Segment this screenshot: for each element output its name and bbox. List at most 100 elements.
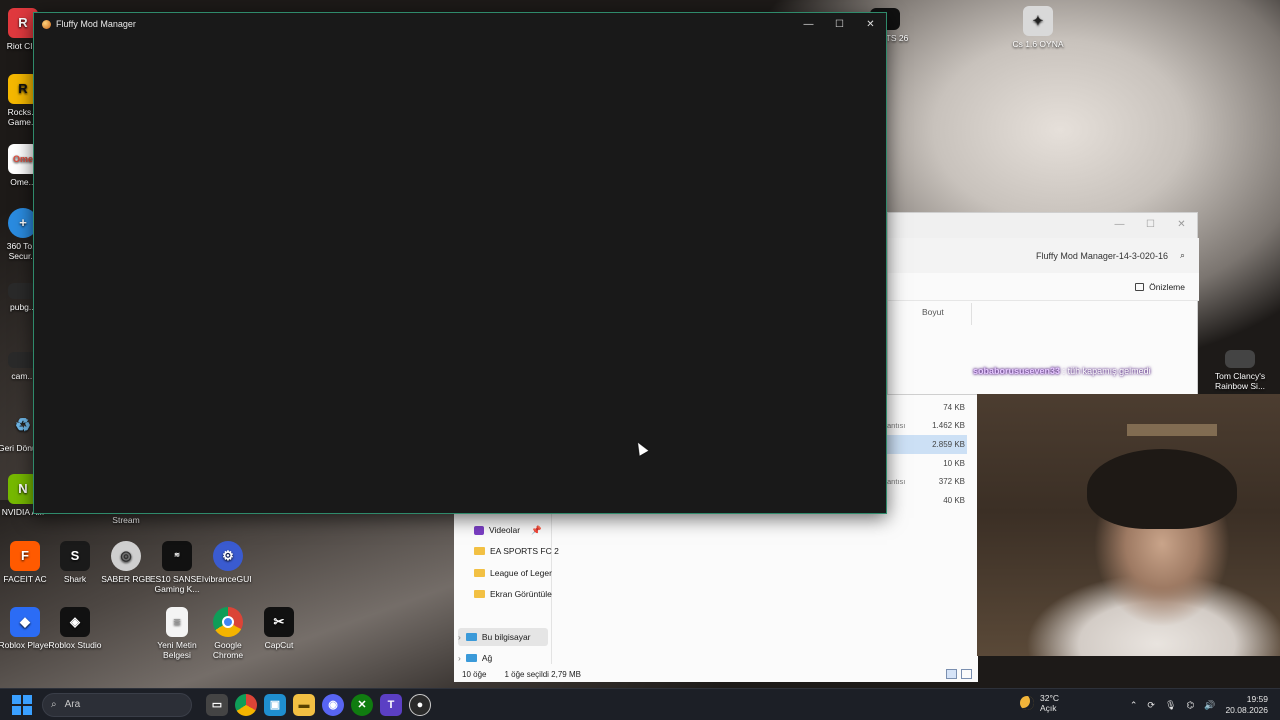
faceit-icon: F <box>10 541 40 571</box>
explorer-path: Fluffy Mod Manager-14-3-020-16 <box>1036 250 1168 261</box>
sync-icon[interactable]: ⟳ <box>1147 700 1155 711</box>
webcam-overlay <box>977 394 1280 656</box>
task-view-icon[interactable]: ▭ <box>206 693 228 716</box>
microphone-icon[interactable]: 🎙 <box>1165 700 1176 711</box>
desktop-icon-vibrance[interactable]: ⚙ vibranceGUI <box>199 541 257 584</box>
maximize-button[interactable]: ☐ <box>824 13 855 35</box>
preview-label: Önizleme <box>1149 281 1185 292</box>
desktop-icon-saber-rgb[interactable]: ◎ SABER RGB <box>97 541 155 584</box>
chevron-right-icon: › <box>458 653 461 663</box>
desktop-icon-roblox-studio[interactable]: ◈ Roblox Studio <box>46 607 104 650</box>
preview-pane-icon <box>1135 282 1145 291</box>
folder-icon <box>474 547 485 555</box>
counter-strike-icon: ✦ <box>1023 6 1053 36</box>
explorer-close-button[interactable]: ✕ <box>1166 213 1197 235</box>
preview-pane-button[interactable]: Önizleme <box>1135 282 1185 292</box>
desktop-icon-shark[interactable]: S Shark <box>46 541 104 584</box>
capcut-icon: ✂ <box>264 607 294 637</box>
desktop-icon-rainbow-six[interactable]: Tom Clancy's Rainbow Si... <box>1211 350 1269 391</box>
monitor-app-icon[interactable]: ▣ <box>264 693 286 716</box>
explorer-command-bar: Önizleme <box>888 273 1199 301</box>
selection-info: 1 öğe seçildi 2,79 MB <box>504 670 581 679</box>
desktop-icon-chrome[interactable]: Google Chrome <box>199 607 257 660</box>
desktop-icon-es10[interactable]: ≋ ES10 SANSEI Gaming K... <box>148 541 206 594</box>
saber-icon: ◎ <box>111 541 141 571</box>
file-size-column: 74 KB 1.462 KB 2.859 KB 10 KB 372 KB 40 … <box>887 398 967 510</box>
file-size-cell[interactable]: 1.462 KB <box>887 417 967 436</box>
chat-text: : tüh kapamış gelmedi <box>1062 366 1151 376</box>
webcam-background-mirror <box>1127 424 1217 436</box>
computer-icon <box>465 633 477 641</box>
clock-date: 20.08.2026 <box>1225 705 1268 715</box>
discord-icon[interactable]: ◉ <box>322 693 344 716</box>
chrome-taskbar-icon[interactable] <box>235 693 257 716</box>
column-divider[interactable] <box>971 303 972 325</box>
fluffy-window-controls: — ☐ ✕ <box>793 13 886 35</box>
nav-item-ekran[interactable]: Ekran Görüntüle <box>474 585 564 603</box>
nav-item-league[interactable]: League of Leger <box>474 564 564 582</box>
window-title: Fluffy Mod Manager <box>56 19 136 29</box>
folder-icon <box>474 569 485 577</box>
explorer-address-bar[interactable]: Fluffy Mod Manager-14-3-020-16 ⌕ <box>888 238 1199 273</box>
taskbar: ⌕ Ara ▭ ▣ ▬ ◉ ✕ T ● 32°C Açık ⌃ ⟳ 🎙 ⌬ 🔊 … <box>0 688 1280 720</box>
roblox-studio-icon: ◈ <box>60 607 90 637</box>
taskbar-search[interactable]: ⌕ Ara <box>42 692 192 717</box>
file-size-cell[interactable]: 372 KB <box>887 472 967 491</box>
desktop-icon-cs16[interactable]: ✦ Cs 1.6 OYNA <box>1009 6 1067 49</box>
view-toggle <box>946 669 972 679</box>
tiles-view-button[interactable] <box>961 669 972 679</box>
explorer-window-controls: — ☐ ✕ <box>1104 213 1197 235</box>
desktop-icon-stream[interactable]: Stream <box>97 515 155 527</box>
close-button[interactable]: ✕ <box>855 13 886 35</box>
moon-icon <box>1020 696 1034 710</box>
wallpaper-shade <box>0 500 460 690</box>
file-size-cell[interactable]: 74 KB <box>887 398 967 417</box>
nav-item-ea-sports[interactable]: EA SPORTS FC 2 <box>474 542 564 560</box>
clock[interactable]: 19:59 20.08.2026 <box>1225 694 1268 716</box>
chat-username: sobaborususeven33 <box>973 366 1061 376</box>
chevron-up-icon[interactable]: ⌃ <box>1130 700 1138 711</box>
fluffy-titlebar[interactable]: Fluffy Mod Manager <box>34 13 886 35</box>
desktop-icon-capcut[interactable]: ✂ CapCut <box>250 607 308 650</box>
weather-description: Açık <box>1040 703 1057 713</box>
volume-icon[interactable]: 🔊 <box>1204 700 1215 711</box>
system-tray: ⌃ ⟳ 🎙 ⌬ 🔊 19:59 20.08.2026 <box>1130 689 1268 720</box>
search-placeholder: Ara <box>64 699 81 710</box>
xbox-icon[interactable]: ✕ <box>351 693 373 716</box>
videos-icon <box>474 525 484 535</box>
file-size-cell[interactable]: 40 KB <box>887 491 967 510</box>
search-icon[interactable]: ⌕ <box>1180 250 1185 261</box>
start-button[interactable] <box>12 694 32 715</box>
obs-icon[interactable]: ● <box>409 693 431 716</box>
clock-time: 19:59 <box>1246 694 1268 704</box>
column-header-size[interactable]: Boyut <box>922 307 944 317</box>
desktop-icon-yeni-metin[interactable]: ≡ Yeni Metin Belgesi <box>148 607 206 660</box>
network-icon[interactable]: ⌬ <box>1186 700 1194 711</box>
pin-icon: 📌 <box>531 524 542 535</box>
file-explorer-taskbar-icon[interactable]: ▬ <box>293 693 315 716</box>
nav-item-this-pc[interactable]: › Bu bilgisayar <box>458 628 548 646</box>
explorer-maximize-button[interactable]: ☐ <box>1135 213 1166 235</box>
file-size-cell[interactable]: 10 KB <box>887 454 967 473</box>
fluffy-app-icon <box>42 19 51 29</box>
folder-icon <box>474 590 485 598</box>
item-count: 10 öğe <box>462 670 487 679</box>
chevron-right-icon: › <box>458 632 461 642</box>
fluffy-mod-manager-window: Fluffy Mod Manager — ☐ ✕ <box>33 12 887 514</box>
details-view-button[interactable] <box>946 669 957 679</box>
sansei-icon: ≋ <box>162 541 192 571</box>
file-size-cell-selected[interactable]: 2.859 KB <box>887 435 967 454</box>
nav-item-videolar[interactable]: Videolar 📌 <box>474 521 564 539</box>
explorer-minimize-button[interactable]: — <box>1104 213 1135 235</box>
nav-item-network[interactable]: › Ağ <box>458 649 548 667</box>
text-document-icon: ≡ <box>166 607 188 637</box>
roblox-player-icon: ◆ <box>10 607 40 637</box>
weather-widget[interactable]: 32°C Açık <box>1020 693 1059 713</box>
explorer-navigation-pane: Videolar 📌 EA SPORTS FC 2 League of Lege… <box>454 514 559 667</box>
minimize-button[interactable]: — <box>793 13 824 35</box>
file-explorer-lower: Videolar 📌 EA SPORTS FC 2 League of Lege… <box>454 514 978 682</box>
stream-chat-message: sobaborususeven33 : tüh kapamış gelmedi <box>973 366 1151 376</box>
weather-temperature: 32°C <box>1040 693 1059 703</box>
teams-icon[interactable]: T <box>380 693 402 716</box>
search-icon: ⌕ <box>51 699 57 710</box>
